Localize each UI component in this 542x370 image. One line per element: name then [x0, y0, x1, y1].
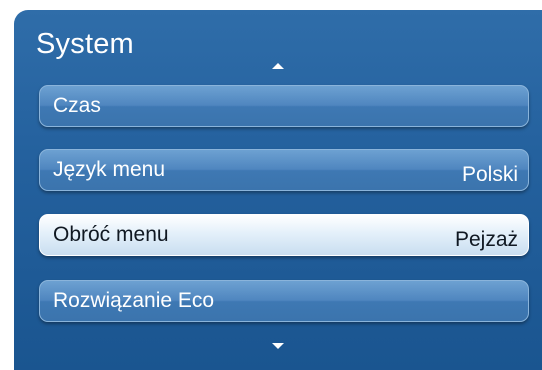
- system-menu-panel: System Czas Język menu Polski Obróć menu…: [14, 10, 542, 370]
- menu-title: System: [36, 28, 134, 60]
- menu-item-value: Pejzaż: [454, 228, 518, 251]
- menu-item-value: Polski: [461, 163, 518, 186]
- menu-item-jezyk-menu[interactable]: Język menu Polski: [39, 149, 529, 191]
- menu-item-obroc-menu[interactable]: Obróć menu Pejzaż: [39, 214, 529, 256]
- menu-item-label: Język menu: [53, 158, 166, 181]
- scroll-up-icon[interactable]: [272, 63, 284, 69]
- menu-item-label: Obróć menu: [53, 223, 169, 246]
- menu-item-label: Czas: [53, 94, 101, 117]
- menu-item-czas[interactable]: Czas: [39, 85, 529, 127]
- menu-item-label: Rozwiązanie Eco: [53, 289, 215, 312]
- menu-item-rozwiazanie-eco[interactable]: Rozwiązanie Eco: [39, 280, 529, 322]
- scroll-down-icon[interactable]: [272, 343, 284, 349]
